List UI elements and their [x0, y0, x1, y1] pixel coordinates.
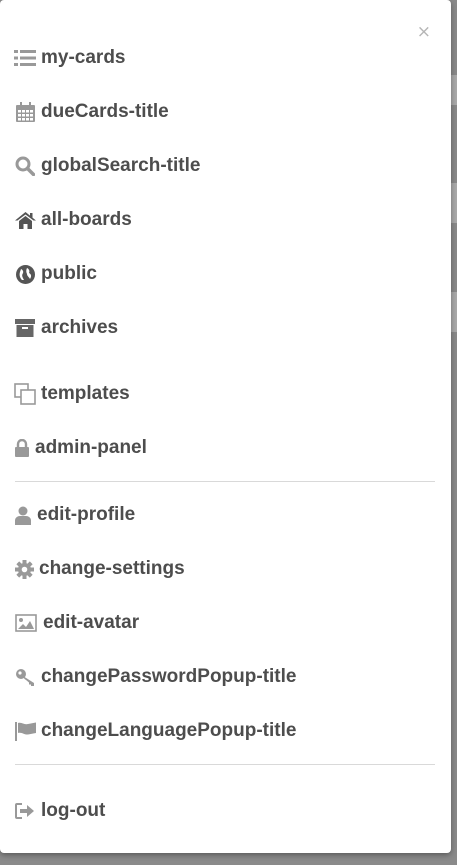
menu-item-change-password[interactable]: changePasswordPopup-title	[14, 663, 296, 691]
menu-item-label: all-boards	[41, 209, 132, 230]
copy-icon	[14, 383, 36, 405]
menu-item-public[interactable]: public	[14, 260, 97, 288]
image-icon	[14, 612, 38, 634]
menu-item-label: log-out	[41, 800, 106, 821]
menu-item-admin-panel[interactable]: admin-panel	[14, 434, 147, 462]
menu-item-label: dueCards-title	[41, 101, 169, 122]
menu-item-label: changePasswordPopup-title	[41, 666, 297, 687]
menu-item-edit-profile[interactable]: edit-profile	[14, 501, 135, 529]
menu-item-label: templates	[41, 383, 130, 404]
close-icon[interactable]: ×	[417, 24, 431, 41]
menu-item-change-language[interactable]: changeLanguagePopup-title	[14, 717, 296, 745]
menu-item-label: admin-panel	[35, 437, 147, 458]
menu-item-all-boards[interactable]: all-boards	[14, 206, 132, 234]
menu-item-label: changeLanguagePopup-title	[41, 720, 297, 741]
archive-icon	[14, 317, 36, 339]
flag-icon	[14, 720, 36, 742]
key-icon	[14, 666, 36, 688]
member-menu-popup: × my-cards dueCards-title globalSearch-t…	[0, 0, 451, 853]
menu-item-archives[interactable]: archives	[14, 314, 118, 342]
menu-item-my-cards[interactable]: my-cards	[14, 44, 126, 72]
menu-item-due-cards[interactable]: dueCards-title	[14, 98, 169, 126]
menu-item-label: edit-profile	[37, 504, 136, 525]
menu-item-label: archives	[41, 317, 119, 338]
menu-item-global-search[interactable]: globalSearch-title	[14, 152, 200, 180]
menu-divider	[15, 481, 435, 482]
sign-out-icon	[14, 800, 36, 822]
menu-divider	[15, 764, 435, 765]
menu-item-log-out[interactable]: log-out	[14, 797, 105, 825]
user-icon	[14, 504, 32, 526]
lock-icon	[14, 437, 30, 459]
menu-item-label: globalSearch-title	[41, 155, 201, 176]
menu-item-label: public	[41, 263, 97, 284]
home-icon	[14, 209, 36, 231]
menu-item-edit-avatar[interactable]: edit-avatar	[14, 609, 139, 637]
menu-item-templates[interactable]: templates	[14, 380, 130, 408]
calendar-icon	[14, 101, 36, 123]
menu-item-label: edit-avatar	[43, 612, 140, 633]
globe-icon	[14, 263, 36, 285]
gear-icon	[14, 558, 34, 580]
list-icon	[14, 47, 36, 69]
menu-item-label: my-cards	[41, 47, 126, 68]
menu-item-label: change-settings	[39, 558, 185, 579]
search-icon	[14, 155, 36, 177]
menu-item-change-settings[interactable]: change-settings	[14, 555, 185, 583]
